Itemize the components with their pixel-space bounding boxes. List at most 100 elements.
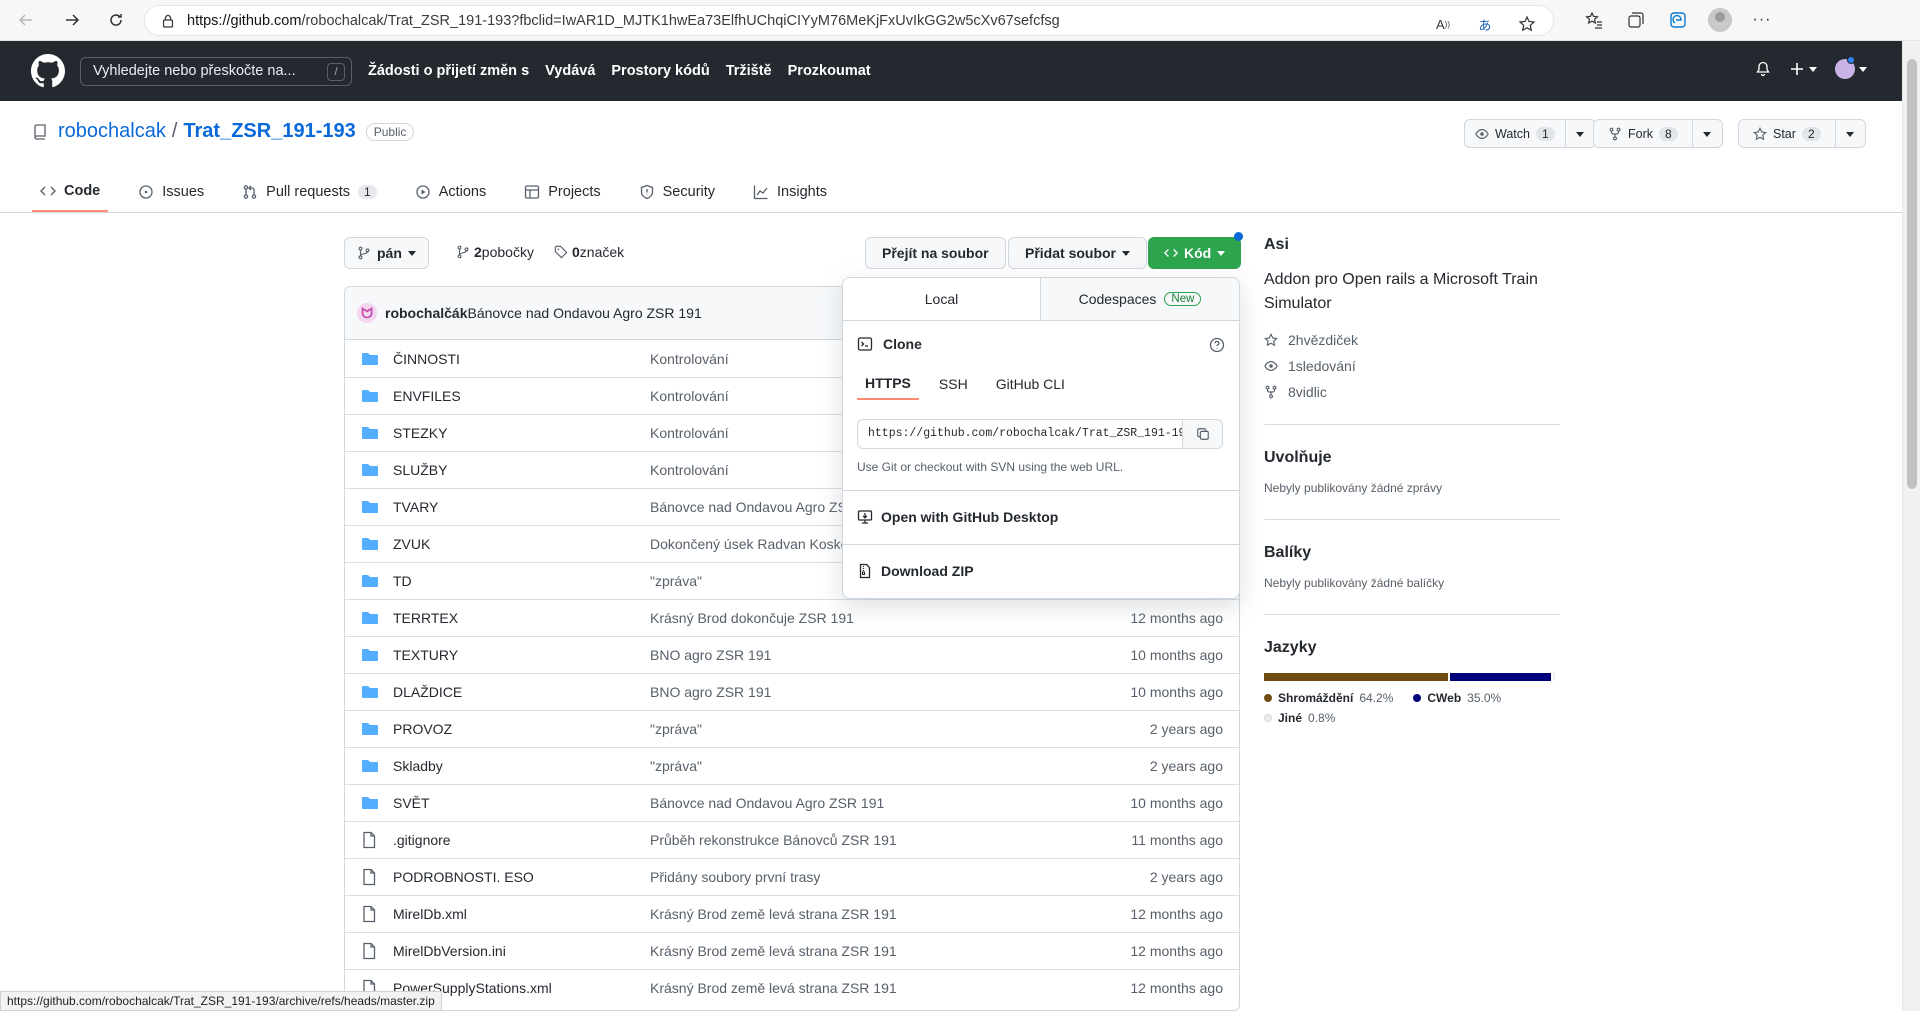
- profile-avatar[interactable]: [1706, 6, 1734, 34]
- file-name-link[interactable]: STEZKY: [393, 425, 650, 441]
- watch-dropdown[interactable]: [1564, 120, 1595, 147]
- releases-title[interactable]: Uvolňuje: [1264, 449, 1560, 467]
- download-zip-button[interactable]: Download ZIP: [843, 544, 1239, 597]
- tab-ssh[interactable]: SSH: [931, 368, 976, 400]
- file-name-link[interactable]: ČINNOSTI: [393, 351, 650, 367]
- github-logo-icon[interactable]: [31, 54, 65, 88]
- file-name-link[interactable]: PODROBNOSTI. ESO: [393, 869, 650, 885]
- table-row[interactable]: .gitignore Průběh rekonstrukce Bánovců ZS…: [345, 821, 1239, 858]
- commit-author-avatar[interactable]: ᗢ: [357, 303, 377, 323]
- nav-issues[interactable]: Vydává: [545, 63, 595, 79]
- stars-stat[interactable]: 2hvězdiček: [1264, 332, 1560, 348]
- table-row[interactable]: PODROBNOSTI. ESO Přidány soubory první tr…: [345, 858, 1239, 895]
- bell-icon[interactable]: [1755, 61, 1771, 77]
- tab-actions[interactable]: Actions: [407, 172, 495, 212]
- file-name-link[interactable]: DLAŽDICE: [393, 684, 650, 700]
- file-name-link[interactable]: TEXTURY: [393, 647, 650, 663]
- watching-stat[interactable]: 1sledování: [1264, 358, 1560, 374]
- reload-button[interactable]: [98, 5, 134, 35]
- commit-author[interactable]: robochalčák: [385, 305, 467, 321]
- file-name-link[interactable]: Skladby: [393, 758, 650, 774]
- tab-code[interactable]: Code: [32, 172, 109, 212]
- file-name-link[interactable]: TD: [393, 573, 650, 589]
- file-name-link[interactable]: ZVUK: [393, 536, 650, 552]
- repo-owner-link[interactable]: robochalcak: [58, 120, 166, 143]
- watch-button[interactable]: Watch 1: [1465, 120, 1565, 147]
- file-name-link[interactable]: .gitignore: [393, 832, 650, 848]
- more-options-icon[interactable]: ···: [1748, 6, 1776, 34]
- favorite-add-icon[interactable]: [1513, 10, 1541, 38]
- translate-icon[interactable]: あ: [1471, 10, 1499, 38]
- tab-codespaces[interactable]: Codespaces New: [1041, 278, 1239, 320]
- tab-pull-requests[interactable]: Pull requests 1: [234, 172, 385, 212]
- nav-marketplace[interactable]: Tržiště: [726, 63, 772, 79]
- table-row[interactable]: DLAŽDICE BNO agro ZSR 191 10 months ago: [345, 673, 1239, 710]
- table-row[interactable]: PowerSupplyStations.xml Krásný Brod země …: [345, 969, 1239, 1006]
- collections-icon[interactable]: [1622, 6, 1650, 34]
- read-aloud-icon[interactable]: A)): [1429, 10, 1457, 38]
- forks-stat[interactable]: 8vidlic: [1264, 384, 1560, 400]
- tab-https[interactable]: HTTPS: [857, 368, 919, 400]
- branch-selector[interactable]: pán: [344, 237, 429, 269]
- file-commit-message[interactable]: "zpráva": [650, 758, 1130, 774]
- add-file-button[interactable]: Přidat soubor: [1008, 237, 1148, 269]
- tab-github-cli[interactable]: GitHub CLI: [988, 368, 1073, 400]
- file-commit-message[interactable]: Přidány soubory první trasy: [650, 869, 1130, 885]
- file-name-link[interactable]: MirelDbVersion.ini: [393, 943, 650, 959]
- file-name-link[interactable]: MirelDb.xml: [393, 906, 650, 922]
- tab-issues[interactable]: Issues: [130, 172, 212, 212]
- go-to-file-button[interactable]: Přejít na soubor: [865, 237, 1006, 269]
- file-commit-message[interactable]: Krásný Brod země levá strana ZSR 191: [650, 906, 1130, 922]
- table-row[interactable]: SVĚT Bánovce nad Ondavou Agro ZSR 191 10 m…: [345, 784, 1239, 821]
- file-commit-message[interactable]: Průběh rekonstrukce Bánovců ZSR 191: [650, 832, 1130, 848]
- file-name-link[interactable]: PROVOZ: [393, 721, 650, 737]
- page-scrollbar[interactable]: [1902, 41, 1920, 1011]
- branches-link[interactable]: 2pobočky: [456, 244, 534, 260]
- favorites-icon[interactable]: [1580, 6, 1608, 34]
- star-button[interactable]: Star 2: [1739, 120, 1835, 147]
- language-item[interactable]: CWeb 35.0%: [1413, 691, 1501, 705]
- table-row[interactable]: TERRTEX Krásný Brod dokončuje ZSR 191 12 m…: [345, 599, 1239, 636]
- tab-security[interactable]: Security: [631, 172, 723, 212]
- address-bar[interactable]: https://github.com/robochalcak/Trat_ZSR_…: [144, 5, 1554, 36]
- file-commit-message[interactable]: Krásný Brod země levá strana ZSR 191: [650, 980, 1130, 996]
- repo-name-link[interactable]: Trat_ZSR_191-193: [183, 120, 355, 143]
- table-row[interactable]: PROVOZ "zpráva" 2 years ago: [345, 710, 1239, 747]
- tab-insights[interactable]: Insights: [745, 172, 835, 212]
- copy-url-button[interactable]: [1182, 420, 1222, 448]
- file-commit-message[interactable]: BNO agro ZSR 191: [650, 647, 1130, 663]
- open-github-desktop-button[interactable]: Open with GitHub Desktop: [843, 490, 1239, 543]
- language-item[interactable]: Jiné 0.8%: [1264, 711, 1335, 725]
- packages-title[interactable]: Balíky: [1264, 544, 1560, 562]
- file-commit-message[interactable]: Bánovce nad Ondavou Agro ZSR 191: [650, 795, 1130, 811]
- star-dropdown[interactable]: [1834, 120, 1865, 147]
- clone-url-input[interactable]: https://github.com/robochalcak/Trat_ZSR_…: [858, 420, 1182, 448]
- search-input[interactable]: Vyhledejte nebo přeskočte na... /: [80, 57, 352, 86]
- fork-dropdown[interactable]: [1691, 120, 1722, 147]
- fork-button[interactable]: Fork 8: [1594, 120, 1692, 147]
- file-commit-message[interactable]: Krásný Brod dokončuje ZSR 191: [650, 610, 1130, 626]
- file-commit-message[interactable]: Krásný Brod země levá strana ZSR 191: [650, 943, 1130, 959]
- edge-extension-icon[interactable]: [1664, 6, 1692, 34]
- file-name-link[interactable]: TVARY: [393, 499, 650, 515]
- file-name-link[interactable]: ENVFILES: [393, 388, 650, 404]
- create-new-button[interactable]: [1789, 61, 1817, 77]
- scrollbar-thumb[interactable]: [1907, 59, 1917, 489]
- commit-message[interactable]: Bánovce nad Ondavou Agro ZSR 191: [467, 305, 701, 321]
- code-button[interactable]: Kód: [1148, 237, 1242, 269]
- language-item[interactable]: Shromáždění 64.2%: [1264, 691, 1393, 705]
- nav-explore[interactable]: Prozkoumat: [788, 63, 871, 79]
- user-menu-button[interactable]: [1835, 56, 1867, 79]
- file-commit-message[interactable]: BNO agro ZSR 191: [650, 684, 1130, 700]
- file-commit-message[interactable]: "zpráva": [650, 721, 1130, 737]
- file-name-link[interactable]: SVĚT: [393, 795, 650, 811]
- tags-link[interactable]: 0značek: [554, 244, 624, 260]
- tab-local[interactable]: Local: [843, 278, 1041, 320]
- table-row[interactable]: Skladby "zpráva" 2 years ago: [345, 747, 1239, 784]
- question-icon[interactable]: [1209, 337, 1225, 353]
- nav-codespaces[interactable]: Prostory kódů: [611, 63, 709, 79]
- nav-pull-requests[interactable]: Žádosti o přijetí změn s: [368, 63, 529, 79]
- table-row[interactable]: MirelDbVersion.ini Krásný Brod země levá …: [345, 932, 1239, 969]
- forward-button[interactable]: [54, 5, 90, 35]
- back-button[interactable]: [8, 5, 44, 35]
